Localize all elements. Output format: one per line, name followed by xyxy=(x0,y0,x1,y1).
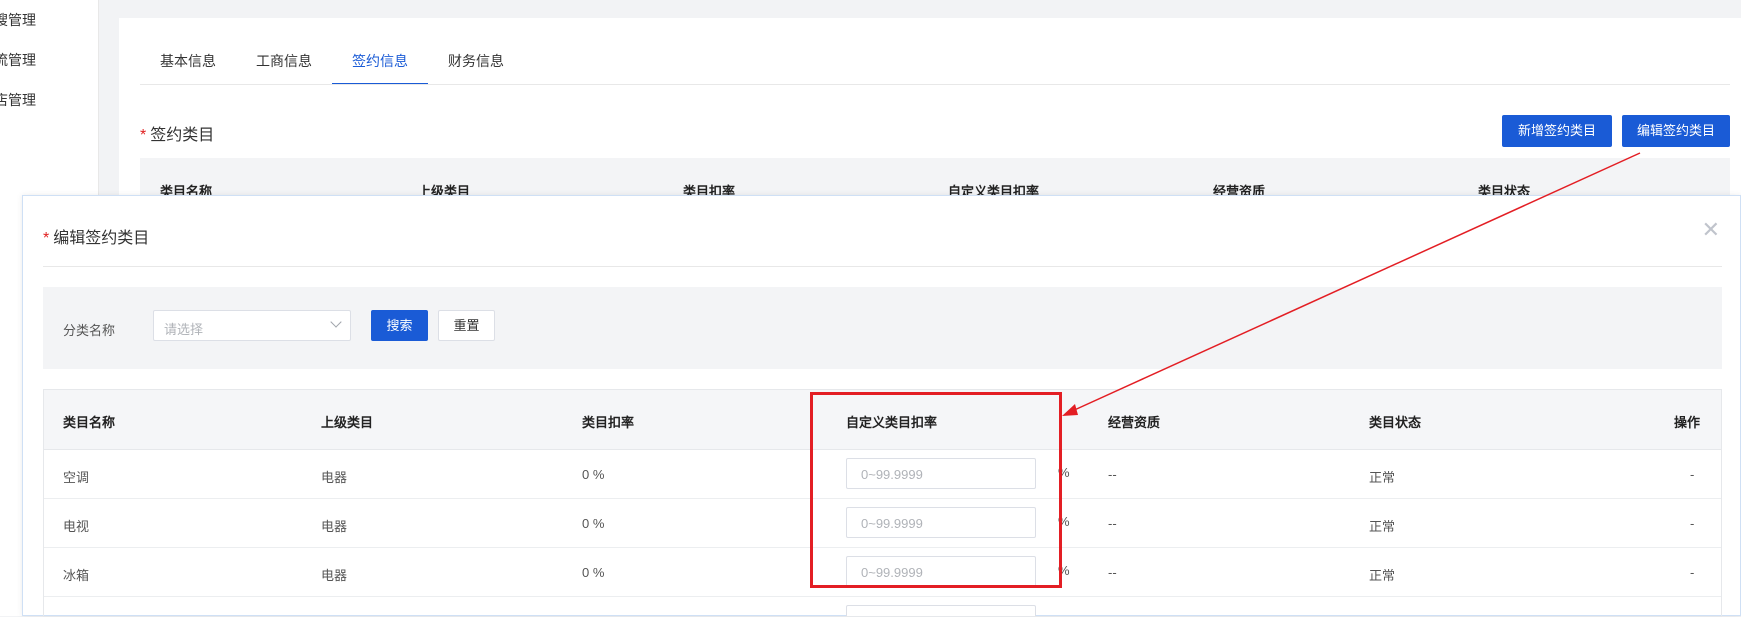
annotation-arrow xyxy=(1062,152,1641,416)
annotation-arrow-line xyxy=(1069,152,1641,413)
annotation-arrow-head xyxy=(1062,404,1078,416)
